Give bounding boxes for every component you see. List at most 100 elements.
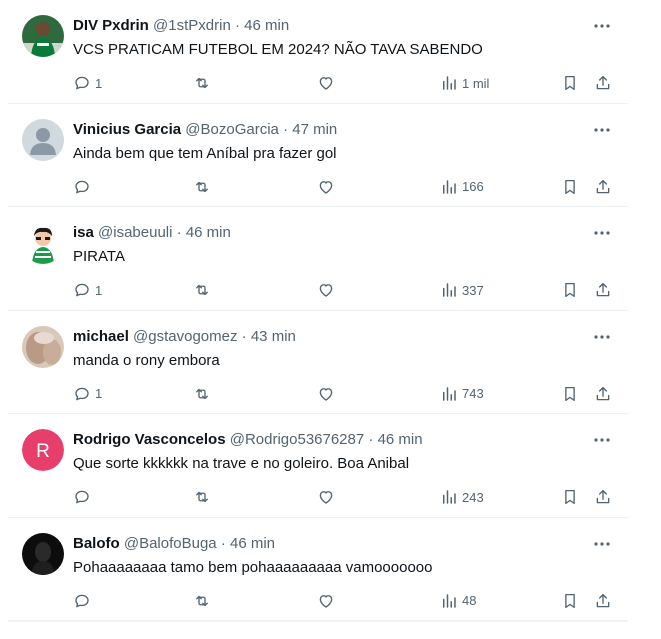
author-handle[interactable]: @1stPxdrin — [153, 17, 231, 34]
reply-button[interactable]: 1 — [73, 72, 102, 94]
views-icon — [443, 76, 456, 90]
avatar-image — [22, 532, 64, 575]
post-time[interactable]: 46 min — [244, 17, 289, 34]
author-handle[interactable]: @gstavogomez — [133, 328, 237, 345]
avatar[interactable] — [22, 222, 64, 264]
views-button[interactable]: 48 — [440, 590, 476, 612]
post[interactable]: Vinicius Garcia @BozoGarcia · 47 min Ain… — [8, 104, 628, 207]
separator-dot: · — [234, 17, 240, 34]
more-button[interactable] — [590, 223, 614, 243]
reply-icon — [75, 76, 89, 90]
author-handle[interactable]: @BozoGarcia — [185, 121, 279, 138]
more-button[interactable] — [590, 430, 614, 450]
post[interactable]: Balofo @BalofoBuga · 46 min Pohaaaaaaaa … — [8, 518, 628, 621]
post-text: VCS PRATICAM FUTEBOL EM 2024? NÃO TAVA S… — [73, 41, 483, 58]
author-handle[interactable]: @isabeuuli — [98, 224, 172, 241]
reply-button[interactable] — [73, 486, 95, 508]
avatar[interactable] — [22, 118, 64, 161]
author-name[interactable]: Balofo — [73, 535, 120, 552]
like-button[interactable] — [317, 72, 335, 94]
author-name[interactable]: michael — [73, 328, 129, 345]
views-icon — [443, 386, 456, 401]
reply-button[interactable] — [73, 590, 95, 612]
more-button[interactable] — [590, 16, 614, 36]
author-name[interactable]: isa — [73, 224, 94, 241]
like-button[interactable] — [317, 176, 335, 198]
post-header: isa @isabeuuli · 46 min — [73, 223, 588, 243]
like-button[interactable] — [317, 279, 335, 301]
avatar[interactable] — [22, 325, 64, 368]
more-button[interactable] — [590, 534, 614, 554]
reply-count: 1 — [95, 386, 103, 401]
avatar[interactable] — [22, 532, 64, 575]
bookmark-icon — [565, 489, 575, 505]
action-bar: 243 — [8, 486, 628, 508]
post-time[interactable]: 47 min — [292, 121, 337, 138]
views-button[interactable]: 337 — [440, 279, 484, 301]
more-button[interactable] — [590, 120, 614, 140]
retweet-button[interactable] — [193, 486, 211, 508]
bookmark-button[interactable] — [561, 176, 579, 198]
share-button[interactable] — [594, 383, 612, 405]
like-button[interactable] — [317, 590, 335, 612]
bookmark-button[interactable] — [561, 383, 579, 405]
reply-button[interactable]: 1 — [73, 279, 102, 301]
like-button[interactable] — [317, 486, 335, 508]
retweet-button[interactable] — [193, 72, 211, 94]
views-button[interactable]: 1 mil — [440, 72, 489, 94]
author-name[interactable]: Rodrigo Vasconcelos — [73, 431, 226, 448]
bookmark-button[interactable] — [561, 590, 579, 612]
post-time[interactable]: 46 min — [378, 431, 423, 448]
retweet-icon — [196, 181, 208, 192]
author-handle[interactable]: @Rodrigo53676287 — [230, 431, 365, 448]
reply-button[interactable]: 1 — [73, 383, 102, 405]
retweet-icon — [196, 491, 208, 503]
bookmark-button[interactable] — [561, 72, 579, 94]
avatar[interactable]: R — [22, 429, 64, 471]
post-time[interactable]: 46 min — [186, 224, 231, 241]
more-icon — [594, 24, 610, 28]
post-header: DIV Pxdrin @1stPxdrin · 46 min — [73, 16, 588, 36]
post[interactable]: DIV Pxdrin @1stPxdrin · 46 min VCS PRATI… — [8, 0, 628, 104]
post[interactable]: R Rodrigo Vasconcelos @Rodrigo53676287 ·… — [8, 414, 628, 518]
views-button[interactable]: 243 — [440, 486, 484, 508]
views-button[interactable]: 743 — [440, 383, 484, 405]
views-icon — [443, 283, 456, 297]
avatar[interactable] — [22, 15, 64, 57]
share-button[interactable] — [594, 590, 612, 612]
post-text: Pohaaaaaaaa tamo bem pohaaaaaaaaa vamooo… — [73, 558, 433, 576]
post[interactable]: isa @isabeuuli · 46 min PIRATA 1 337 — [8, 207, 628, 311]
more-button[interactable] — [590, 327, 614, 347]
like-icon — [319, 594, 333, 608]
bookmark-button[interactable] — [561, 279, 579, 301]
bookmark-icon — [565, 75, 575, 91]
views-button[interactable]: 166 — [440, 176, 484, 198]
next-post-edge — [8, 621, 628, 639]
reply-button[interactable] — [73, 176, 95, 198]
post-time[interactable]: 43 min — [251, 328, 296, 345]
author-name[interactable]: Vinicius Garcia — [73, 121, 181, 138]
share-icon — [596, 282, 610, 297]
post-time[interactable]: 46 min — [230, 535, 275, 552]
retweet-button[interactable] — [193, 590, 211, 612]
share-icon — [596, 593, 610, 607]
like-icon — [319, 491, 333, 504]
share-button[interactable] — [594, 486, 612, 508]
post[interactable]: michael @gstavogomez · 43 min manda o ro… — [8, 311, 628, 414]
like-button[interactable] — [317, 383, 335, 405]
share-button[interactable] — [594, 176, 612, 198]
like-icon — [319, 387, 333, 401]
retweet-button[interactable] — [193, 279, 211, 301]
share-button[interactable] — [594, 279, 612, 301]
more-icon — [594, 541, 610, 546]
like-icon — [319, 284, 333, 297]
bookmark-button[interactable] — [561, 486, 579, 508]
author-handle[interactable]: @BalofoBuga — [124, 535, 217, 552]
share-button[interactable] — [594, 72, 612, 94]
author-name[interactable]: DIV Pxdrin — [73, 17, 149, 34]
retweet-icon — [196, 284, 208, 296]
retweet-button[interactable] — [193, 383, 211, 405]
retweet-button[interactable] — [193, 176, 211, 198]
avatar-image — [22, 15, 64, 57]
reply-feed: DIV Pxdrin @1stPxdrin · 46 min VCS PRATI… — [8, 0, 628, 621]
